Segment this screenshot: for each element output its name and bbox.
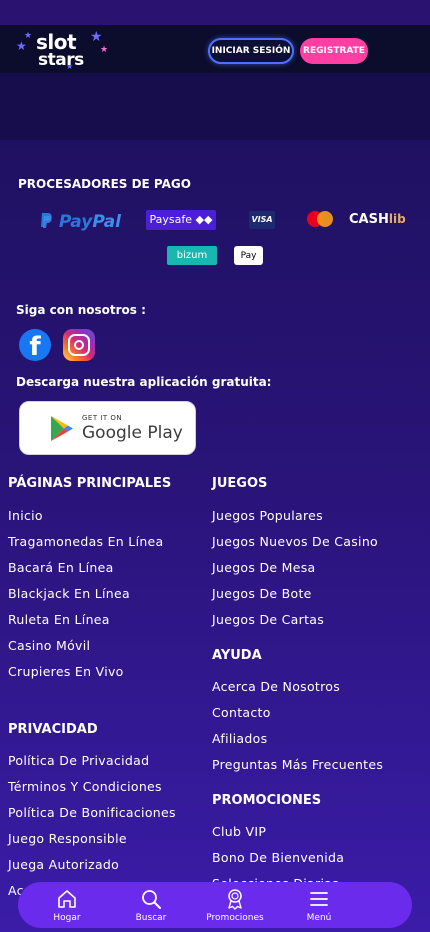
nav-home-label: Hogar	[53, 913, 81, 923]
nav-menu[interactable]: Menú	[284, 882, 354, 928]
footer-link-juega-autorizado[interactable]: Juega Autorizado	[8, 857, 119, 872]
instagram-icon[interactable]	[63, 329, 95, 361]
games-title: JUEGOS	[212, 476, 268, 491]
nav-menu-label: Menú	[306, 913, 332, 923]
nav-home[interactable]: Hogar	[32, 882, 102, 928]
footer-link-cartas[interactable]: Juegos De Cartas	[212, 612, 324, 627]
top-strip	[0, 0, 430, 25]
login-button[interactable]: INICIAR SESIÓN	[208, 38, 294, 64]
facebook-icon[interactable]: f	[19, 329, 51, 361]
google-play-button[interactable]: GET IT ON Google Play	[19, 401, 196, 455]
footer-link-bonificaciones[interactable]: Política De Bonificaciones	[8, 805, 176, 820]
menu-icon	[310, 892, 328, 906]
bottom-nav: Hogar Buscar Promociones Menú	[18, 882, 412, 928]
star-icon: ★	[90, 29, 103, 45]
footer-link-club-vip[interactable]: Club VIP	[212, 824, 266, 839]
get-it-on-label: GET IT ON	[82, 414, 123, 422]
google-play-icon	[51, 416, 73, 441]
footer-link-bote[interactable]: Juegos De Bote	[212, 586, 312, 601]
footer-link-inicio[interactable]: Inicio	[8, 508, 43, 523]
home-icon	[58, 890, 76, 908]
bizum-logo: bizum	[167, 246, 217, 265]
paypal-logo: PayPal	[39, 212, 121, 232]
applepay-logo: Pay	[234, 246, 263, 265]
footer-link-mesa[interactable]: Juegos De Mesa	[212, 560, 316, 575]
nav-promotions[interactable]: Promociones	[200, 882, 270, 928]
privacy-title: PRIVACIDAD	[8, 722, 98, 737]
footer-link-acerca[interactable]: Acerca De Nosotros	[212, 679, 340, 694]
mastercard-logo	[307, 210, 335, 228]
footer-link-afiliados[interactable]: Afiliados	[212, 731, 267, 746]
cashlib-logo: CASHlib	[349, 212, 406, 227]
promotions-title: PROMOCIONES	[212, 793, 322, 808]
footer-link-blackjack[interactable]: Blackjack En Línea	[8, 586, 130, 601]
visa-logo: VISA	[249, 211, 275, 229]
footer-link-casino-movil[interactable]: Casino Móvil	[8, 638, 90, 653]
register-button[interactable]: REGISTRATE	[300, 38, 368, 64]
paypal-text-b: Pal	[92, 212, 121, 232]
google-play-label: Google Play	[82, 423, 183, 443]
footer-link-ruleta[interactable]: Ruleta En Línea	[8, 612, 110, 627]
search-icon	[142, 890, 161, 909]
follow-us-title: Siga con nosotros :	[16, 303, 146, 317]
nav-promotions-label: Promociones	[206, 913, 264, 923]
logo-word-stars: stars	[38, 50, 84, 70]
bizum-text: bizum	[176, 250, 208, 261]
footer-link-terminos[interactable]: Términos Y Condiciones	[8, 779, 162, 794]
applepay-text: Pay	[240, 251, 257, 261]
paypal-text-a: Pay	[58, 212, 93, 232]
paypal-icon	[41, 213, 52, 228]
star-icon: ★	[100, 45, 109, 55]
footer-link-preguntas[interactable]: Preguntas Más Frecuentes	[212, 757, 383, 772]
footer-link-crupieres[interactable]: Crupieres En Vivo	[8, 664, 124, 679]
star-icon: ★	[24, 31, 33, 41]
footer-link-juego-responsible[interactable]: Juego Responsible	[8, 831, 127, 846]
slotstars-logo[interactable]: ★ ★ ★ ★ ★ slot stars	[14, 28, 110, 72]
footer-link-nuevos[interactable]: Juegos Nuevos De Casino	[212, 534, 378, 549]
award-icon	[228, 889, 242, 910]
paysafe-logo: Paysafe ◆◆	[146, 210, 216, 230]
footer-link-tragamonedas[interactable]: Tragamonedas En Línea	[8, 534, 164, 549]
footer-link-contacto[interactable]: Contacto	[212, 705, 271, 720]
site-header: ★ ★ ★ ★ ★ slot stars INICIAR SESIÓN REGI…	[0, 25, 430, 73]
hero-area	[0, 73, 430, 140]
cashlib-text-a: CASH	[349, 212, 389, 227]
help-title: AYUDA	[212, 648, 262, 663]
payment-processors-title: PROCESADORES DE PAGO	[18, 177, 191, 191]
footer-link-populares[interactable]: Juegos Populares	[212, 508, 323, 523]
nav-search[interactable]: Buscar	[116, 882, 186, 928]
cashlib-text-b: lib	[388, 212, 406, 226]
footer-link-privacidad[interactable]: Política De Privacidad	[8, 753, 149, 768]
footer-link-bono[interactable]: Bono De Bienvenida	[212, 850, 344, 865]
nav-search-label: Buscar	[135, 913, 167, 923]
main-pages-title: PÁGINAS PRINCIPALES	[8, 476, 172, 491]
footer-link-bacara[interactable]: Bacará En Línea	[8, 560, 114, 575]
download-app-title: Descarga nuestra aplicación gratuita:	[16, 375, 272, 389]
